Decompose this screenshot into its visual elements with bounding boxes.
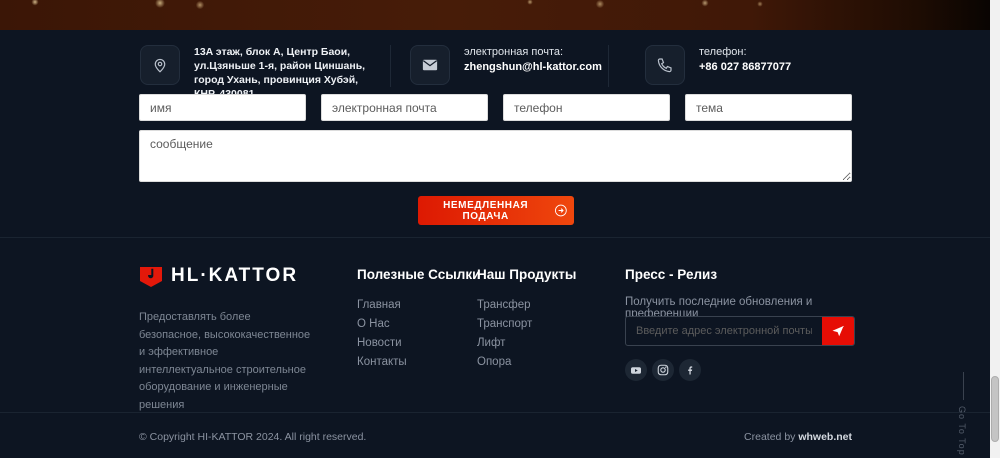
brand-logo-text: HL·KATTOR [171,265,298,287]
contact-divider [608,45,609,87]
footer-link-support[interactable]: Опора [477,353,532,372]
newsletter-send-button[interactable] [822,317,854,345]
social-links [625,359,701,381]
section-divider [0,237,1000,238]
message-textarea[interactable] [139,130,852,182]
facebook-button[interactable] [679,359,701,381]
footer-link-home[interactable]: Главная [357,296,407,315]
phone-value[interactable]: +86 027 86877077 [699,60,791,75]
paper-plane-icon [831,324,845,338]
youtube-icon [630,364,642,376]
credit-link[interactable]: whweb.net [798,431,852,443]
press-column-title: Пресс - Релиз [625,267,717,282]
phone-block: телефон: +86 027 86877077 [699,45,791,75]
credit-prefix: Created by [744,431,798,443]
footer-link-about[interactable]: О Нас [357,315,407,334]
links-column-list: Главная О Нас Новости Контакты [357,296,407,372]
go-to-top-line [963,372,964,400]
subject-input[interactable] [685,94,852,121]
copyright-text: © Copyright HI-KATTOR 2024. All right re… [139,431,366,443]
contact-email: электронная почта: zhengshun@hl-kattor.c… [410,45,602,85]
location-pin-icon [140,45,180,85]
phone-label: телефон: [699,45,791,60]
youtube-button[interactable] [625,359,647,381]
email-input[interactable] [321,94,488,121]
contact-phone: телефон: +86 027 86877077 [645,45,791,85]
contact-address: 13A этаж, блок А, Центр Баои, ул.Цзяньше… [140,45,375,101]
go-to-top-label: Go To Top [957,406,967,456]
hero-image-strip [0,0,1000,30]
facebook-icon [684,364,696,376]
brand-logo[interactable]: HL·KATTOR [139,265,298,287]
submit-label: НЕМЕДЛЕННАЯ ПОДАЧА [424,200,547,222]
email-label: электронная почта: [464,45,602,60]
footer-link-transfer[interactable]: Трансфер [477,296,532,315]
submit-button[interactable]: НЕМЕДЛЕННАЯ ПОДАЧА [418,196,574,225]
circle-arrow-right-icon [554,203,568,218]
envelope-icon [410,45,450,85]
scrollbar-thumb[interactable] [991,376,999,442]
instagram-button[interactable] [652,359,674,381]
newsletter-email-input[interactable] [626,317,822,345]
credit-text: Created by whweb.net [744,431,852,443]
phone-icon [645,45,685,85]
footer-link-contacts[interactable]: Контакты [357,353,407,372]
bottom-divider [0,412,1000,413]
email-value[interactable]: zhengshun@hl-kattor.com [464,60,602,75]
phone-input[interactable] [503,94,670,121]
address-text: 13A этаж, блок А, Центр Баои, ул.Цзяньше… [194,45,375,101]
brand-logo-icon [139,265,163,287]
footer-link-news[interactable]: Новости [357,334,407,353]
products-column-title: Наш Продукты [477,267,576,282]
links-column-title: Полезные Ссылки [357,267,480,282]
name-input[interactable] [139,94,306,121]
instagram-icon [657,364,669,376]
brand-description: Предоставлять более безопасное, высокока… [139,309,315,414]
products-column-list: Трансфер Транспорт Лифт Опора [477,296,532,372]
contact-divider [390,45,391,87]
footer-link-lift[interactable]: Лифт [477,334,532,353]
footer-link-transport[interactable]: Транспорт [477,315,532,334]
newsletter-form [625,316,855,346]
email-block: электронная почта: zhengshun@hl-kattor.c… [464,45,602,75]
page-footer: 13A этаж, блок А, Центр Баои, ул.Цзяньше… [0,0,1000,458]
